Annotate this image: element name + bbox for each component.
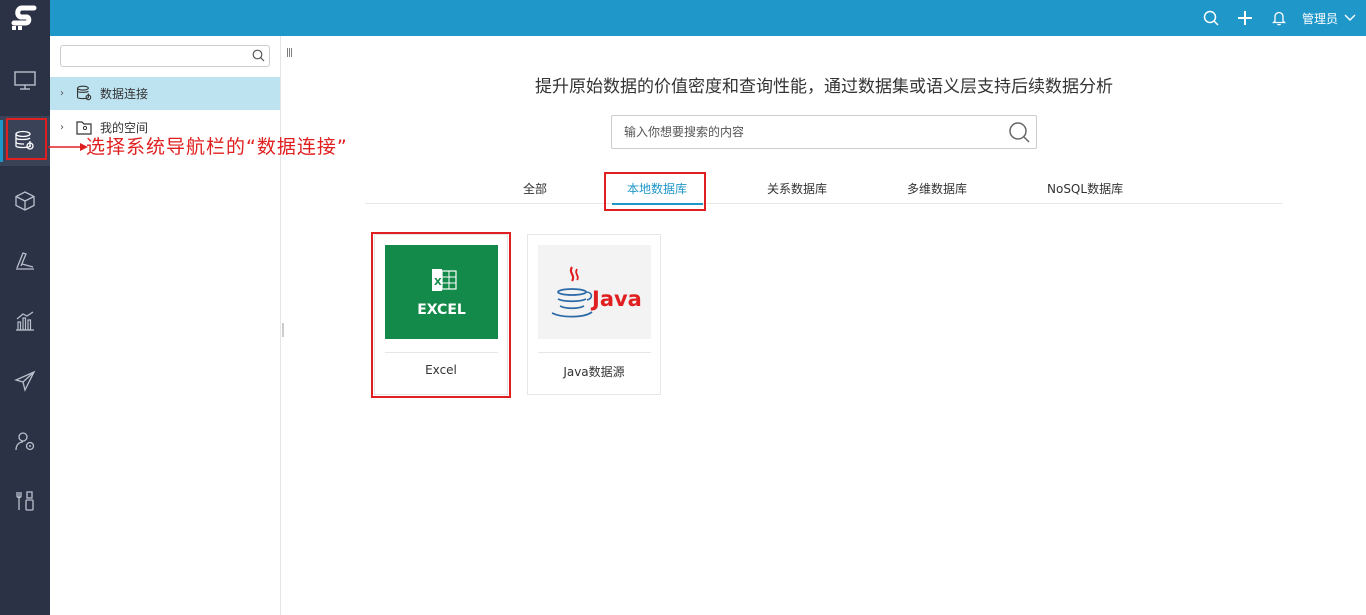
tree-search-input[interactable] (61, 47, 241, 67)
user-name: 管理员 (1301, 11, 1338, 26)
bell-icon[interactable] (1262, 0, 1296, 36)
search-icon[interactable] (1194, 0, 1228, 36)
nav-user-manage[interactable] (0, 416, 50, 466)
nav-system-settings[interactable] (0, 476, 50, 526)
tab-relational-database[interactable]: 关系数据库 (767, 180, 827, 197)
java-thumb-label: Java (590, 287, 642, 311)
datasource-tabs: 全部 本地数据库 关系数据库 多维数据库 NoSQL数据库 (365, 174, 1282, 205)
annotation-arrow-icon (48, 143, 88, 151)
user-gear-icon (15, 432, 35, 451)
tab-multidimensional-database[interactable]: 多维数据库 (907, 180, 967, 197)
card-highlight-box (371, 232, 511, 398)
database-gear-icon (76, 85, 98, 102)
tab-highlight-box (604, 172, 706, 211)
tab-nosql-database[interactable]: NoSQL数据库 (1047, 180, 1123, 197)
logo-s-icon (11, 5, 37, 30)
datasource-search-box (611, 115, 1037, 149)
java-cup-icon: Java (551, 266, 642, 318)
card-divider (538, 352, 651, 353)
paper-plane-icon (14, 370, 36, 392)
nav-publish[interactable] (0, 356, 50, 406)
chevron-down-icon (1344, 14, 1356, 21)
page-headline: 提升原始数据的价值密度和查询性能，通过数据集或语义层支持后续数据分析 (535, 77, 1113, 97)
expand-caret-icon[interactable]: › (60, 122, 74, 133)
ruler-pen-icon (16, 252, 34, 270)
monitor-icon (14, 71, 36, 90)
tree-search-box (60, 45, 270, 67)
nav-highlight-box (6, 118, 47, 160)
nav-analysis[interactable] (0, 236, 50, 286)
add-icon[interactable] (1228, 0, 1262, 36)
nav-dataset[interactable] (0, 176, 50, 226)
bar-chart-icon (16, 311, 34, 331)
card-name: Java数据源 (563, 365, 625, 379)
tools-icon (16, 491, 34, 511)
expand-caret-icon[interactable]: › (60, 88, 74, 99)
cube-icon (15, 191, 35, 211)
search-icon[interactable] (252, 49, 265, 62)
datasource-search-input[interactable] (612, 116, 992, 148)
tab-all[interactable]: 全部 (523, 180, 547, 197)
main-content: 提升原始数据的价值密度和查询性能，通过数据集或语义层支持后续数据分析 全部 本地… (282, 36, 1366, 615)
nav-monitor[interactable] (0, 56, 50, 106)
resource-tree-panel: › 数据连接 › 我的空间 (50, 36, 281, 615)
datasource-card-java[interactable]: Java Java数据源 (527, 234, 661, 395)
java-thumbnail: Java (538, 245, 651, 339)
nav-report[interactable] (0, 296, 50, 346)
search-icon[interactable] (1008, 121, 1030, 143)
user-menu[interactable]: 管理员 (1296, 10, 1366, 27)
tree-item-label: 数据连接 (100, 87, 149, 101)
app-logo[interactable] (0, 0, 50, 36)
tree-item-data-connection[interactable]: › 数据连接 (50, 77, 280, 110)
top-bar: 管理员 (0, 0, 1366, 36)
